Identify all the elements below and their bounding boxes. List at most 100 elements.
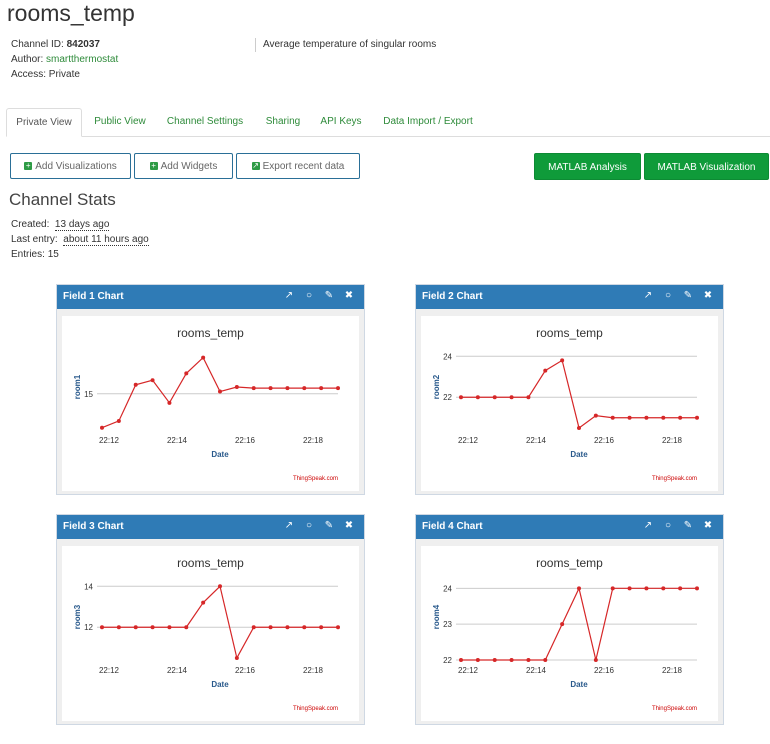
data-point [678, 586, 683, 591]
data-point [336, 625, 340, 630]
panel-title: Field 2 Chart [422, 291, 483, 302]
close-icon[interactable]: ✖ [343, 520, 355, 532]
tab-public-view[interactable]: Public View [86, 108, 154, 135]
matlab-analysis-button[interactable]: MATLAB Analysis [534, 153, 641, 180]
x-tick-label: 22:12 [99, 436, 120, 445]
data-point [116, 625, 121, 630]
comment-icon[interactable]: ○ [662, 520, 674, 532]
data-point [475, 658, 480, 662]
data-point [593, 658, 598, 662]
comment-icon[interactable]: ○ [303, 290, 315, 302]
open-external-icon[interactable]: ↗ [642, 520, 654, 532]
data-point [627, 586, 632, 591]
matlab-visualization-button[interactable]: MATLAB Visualization [644, 153, 769, 180]
data-point [336, 386, 340, 391]
x-axis-label: Date [570, 680, 588, 689]
data-point [644, 586, 649, 591]
edit-icon[interactable]: ✎ [323, 520, 335, 532]
chart-credit: ThingSpeak.com [652, 706, 697, 712]
data-point [133, 625, 138, 630]
data-point [285, 625, 290, 630]
author-link[interactable]: smartthermostat [46, 54, 118, 65]
close-icon[interactable]: ✖ [702, 520, 714, 532]
y-axis-label: room3 [73, 604, 82, 629]
chart-area: rooms_temp 22 23 24 22:12 22:14 22:16 22:18 Date… [421, 546, 718, 721]
chart-title: rooms_temp [177, 326, 244, 340]
panel-title: Field 3 Chart [63, 521, 124, 532]
x-tick-label: 22:14 [167, 666, 188, 675]
close-icon[interactable]: ✖ [702, 290, 714, 302]
open-external-icon[interactable]: ↗ [642, 290, 654, 302]
y-tick-label: 22 [443, 656, 452, 665]
plus-icon: + [24, 161, 33, 171]
data-point [285, 386, 290, 391]
chart-panel-field-4: Field 4 Chart ↗ ○ ✎ ✖ rooms_temp 22 23 24 22:12 22… [415, 514, 724, 725]
data-point [577, 586, 581, 591]
data-point [302, 625, 307, 630]
data-point [167, 625, 172, 630]
comment-icon[interactable]: ○ [303, 520, 315, 532]
line-chart: rooms_temp 22 24 22:12 22:14 22:16 22:18 Date ro… [432, 326, 699, 482]
data-point [319, 625, 324, 630]
comment-icon[interactable]: ○ [662, 290, 674, 302]
open-external-icon[interactable]: ↗ [283, 290, 295, 302]
channel-id-value: 842037 [66, 39, 100, 50]
export-recent-data-button[interactable]: ↗ Export recent data [236, 153, 360, 179]
tab-data-import-export[interactable]: Data Import / Export [376, 108, 480, 135]
tab-private-view[interactable]: Private View [6, 108, 82, 137]
data-point [577, 425, 581, 430]
x-tick-label: 22:16 [594, 436, 615, 445]
export-icon: ↗ [251, 161, 260, 171]
chart-credit: ThingSpeak.com [293, 476, 338, 482]
tab-sharing[interactable]: Sharing [258, 108, 308, 135]
x-tick-label: 22:14 [526, 666, 547, 675]
edit-icon[interactable]: ✎ [323, 290, 335, 302]
data-point [492, 395, 497, 400]
panel-header: Field 4 Chart ↗ ○ ✎ ✖ [416, 515, 723, 539]
edit-icon[interactable]: ✎ [682, 520, 694, 532]
data-point [627, 415, 632, 420]
close-icon[interactable]: ✖ [343, 290, 355, 302]
data-point [526, 658, 531, 662]
x-tick-label: 22:18 [303, 436, 324, 445]
add-visualizations-button[interactable]: + Add Visualizations [10, 153, 131, 179]
panel-header: Field 2 Chart ↗ ○ ✎ ✖ [416, 285, 723, 309]
data-point [167, 400, 172, 405]
panel-header: Field 3 Chart ↗ ○ ✎ ✖ [57, 515, 364, 539]
plus-icon: + [149, 161, 158, 171]
data-point [459, 658, 463, 662]
x-tick-label: 22:16 [594, 666, 615, 675]
y-axis-label: room2 [432, 374, 441, 399]
data-point [526, 395, 531, 400]
chart-area: rooms_temp 15 22:12 22:14 22:16 22:18 Date room… [62, 316, 359, 491]
data-point [234, 385, 239, 389]
data-point [695, 415, 699, 420]
edit-icon[interactable]: ✎ [682, 290, 694, 302]
y-tick-label: 15 [84, 390, 93, 399]
chart-title: rooms_temp [536, 556, 603, 570]
data-point [678, 415, 683, 420]
tab-channel-settings[interactable]: Channel Settings [161, 108, 249, 135]
data-point [492, 658, 497, 662]
x-tick-label: 22:16 [235, 666, 256, 675]
y-axis-label: room1 [73, 374, 82, 399]
y-tick-label: 22 [443, 393, 452, 402]
tab-api-keys[interactable]: API Keys [316, 108, 366, 135]
data-point [560, 622, 565, 627]
channel-description: Average temperature of singular rooms [263, 39, 437, 50]
y-tick-label: 24 [443, 352, 452, 361]
data-point [268, 625, 273, 630]
channel-author: Author: smartthermostat [11, 54, 119, 65]
panel-title: Field 1 Chart [63, 291, 124, 302]
data-point [201, 600, 206, 605]
data-point [459, 395, 463, 400]
data-point [251, 386, 256, 391]
data-point [184, 625, 189, 630]
data-point [543, 368, 548, 373]
add-widgets-button[interactable]: + Add Widgets [134, 153, 233, 179]
chart-panel-field-2: Field 2 Chart ↗ ○ ✎ ✖ rooms_temp 22 24 22:12 22:1… [415, 284, 724, 495]
data-point [695, 586, 699, 591]
chart-title: rooms_temp [536, 326, 603, 340]
open-external-icon[interactable]: ↗ [283, 520, 295, 532]
x-tick-label: 22:12 [458, 666, 479, 675]
